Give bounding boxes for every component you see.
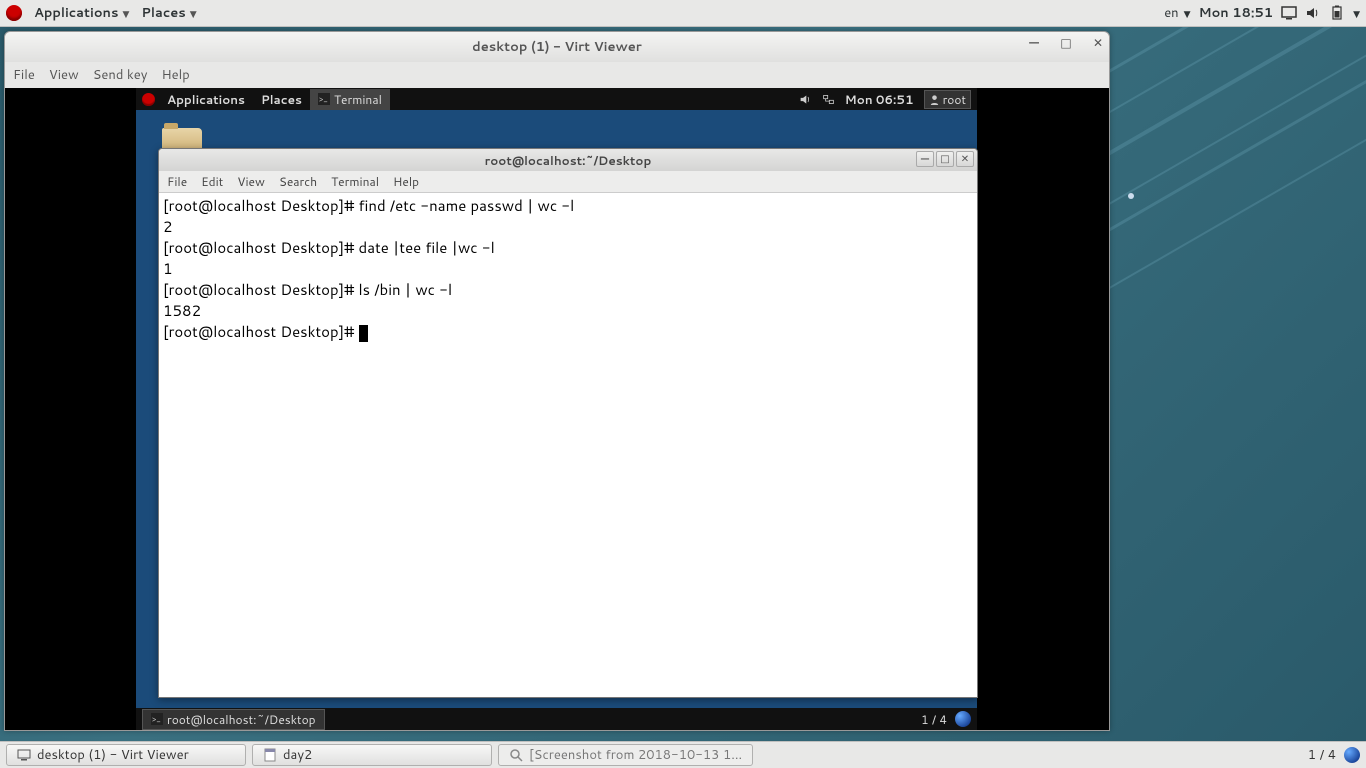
outer-bottom-taskbar: desktop (1) - Virt Viewer day2 [Screensh… — [0, 741, 1366, 768]
terminal-minimize-button[interactable]: ― — [916, 151, 934, 167]
virt-viewer-menubar: File View Send key Help — [5, 62, 1109, 88]
svg-text:>_: >_ — [152, 713, 161, 725]
inner-workspace-label: 1 / 4 — [921, 711, 947, 728]
redhat-logo-icon — [142, 93, 155, 106]
datetime-label[interactable]: Mon 18:51 — [1199, 4, 1274, 22]
menu-view[interactable]: View — [49, 66, 79, 84]
terminal-menubar: File Edit View Search Terminal Help — [159, 171, 977, 193]
taskbar-item-virtviewer[interactable]: desktop (1) - Virt Viewer — [6, 744, 246, 766]
taskbar-item-screenshot[interactable]: [Screenshot from 2018-10-13 1... — [498, 744, 753, 766]
outer-desktop: desktop (1) - Virt Viewer ― □ ✕ File Vie… — [0, 27, 1366, 741]
maximize-button[interactable]: □ — [1059, 35, 1073, 49]
inner-terminal-tab[interactable]: >_ Terminal — [310, 89, 390, 110]
inner-task-button[interactable]: >_ root@localhost:~/Desktop — [142, 709, 325, 730]
terminal-menu-search[interactable]: Search — [279, 173, 317, 190]
chevron-down-icon[interactable]: ▼ — [1353, 7, 1360, 20]
outer-top-panel: Applications ▼ Places ▼ en▼ Mon 18:51 ▼ — [0, 0, 1366, 27]
wallpaper-dot — [1128, 193, 1134, 199]
terminal-menu-terminal[interactable]: Terminal — [331, 173, 379, 190]
places-menu[interactable]: Places ▼ — [135, 0, 202, 26]
svg-text:>_: >_ — [319, 93, 328, 105]
network-icon[interactable] — [822, 93, 835, 106]
minimize-button[interactable]: ― — [1027, 35, 1041, 49]
keyboard-layout[interactable]: en▼ — [1164, 4, 1190, 22]
virt-viewer-titlebar[interactable]: desktop (1) - Virt Viewer ― □ ✕ — [5, 32, 1109, 62]
taskbar-item-label: [Screenshot from 2018-10-13 1... — [529, 746, 742, 764]
inner-task-label: root@localhost:~/Desktop — [167, 711, 316, 728]
volume-icon[interactable] — [1305, 5, 1321, 21]
outer-workspace-label: 1 / 4 — [1308, 746, 1336, 764]
terminal-maximize-button[interactable]: □ — [936, 151, 954, 167]
terminal-menu-file[interactable]: File — [167, 173, 187, 190]
terminal-menu-view[interactable]: View — [237, 173, 265, 190]
virt-viewer-window: desktop (1) - Virt Viewer ― □ ✕ File Vie… — [4, 31, 1110, 731]
inner-datetime[interactable]: Mon 06:51 — [845, 91, 914, 108]
terminal-icon: >_ — [151, 713, 163, 725]
inner-user-label: root — [943, 91, 966, 108]
inner-user-menu[interactable]: root — [924, 90, 971, 109]
terminal-cursor — [359, 325, 368, 342]
menu-file[interactable]: File — [13, 66, 35, 84]
taskbar-item-day2[interactable]: day2 — [252, 744, 492, 766]
terminal-titlebar[interactable]: root@localhost:~/Desktop ― □ ✕ — [159, 149, 977, 171]
menu-help[interactable]: Help — [161, 66, 189, 84]
terminal-menu-edit[interactable]: Edit — [201, 173, 223, 190]
virt-viewer-display[interactable]: Applications Places >_ Terminal Mon 06:5… — [5, 88, 1109, 730]
inner-terminal-tab-label: Terminal — [334, 91, 382, 108]
screen-icon[interactable] — [1281, 5, 1297, 21]
taskbar-item-label: desktop (1) - Virt Viewer — [37, 746, 189, 764]
battery-icon[interactable] — [1329, 5, 1345, 21]
virt-viewer-title: desktop (1) - Virt Viewer — [472, 38, 642, 56]
inner-bottom-panel: >_ root@localhost:~/Desktop 1 / 4 — [136, 708, 977, 730]
close-button[interactable]: ✕ — [1091, 35, 1105, 49]
image-viewer-icon — [509, 748, 523, 762]
places-label: Places — [141, 4, 185, 22]
chevron-down-icon: ▼ — [1184, 7, 1191, 20]
menu-sendkey[interactable]: Send key — [93, 66, 148, 84]
workspace-switcher-icon[interactable] — [955, 711, 971, 727]
chevron-down-icon: ▼ — [190, 7, 197, 20]
terminal-close-button[interactable]: ✕ — [956, 151, 974, 167]
workspace-switcher-icon[interactable] — [1344, 747, 1360, 763]
terminal-icon: >_ — [318, 93, 330, 105]
applications-menu[interactable]: Applications ▼ — [28, 0, 135, 26]
chevron-down-icon: ▼ — [122, 7, 129, 20]
inner-top-panel: Applications Places >_ Terminal Mon 06:5… — [136, 88, 977, 110]
taskbar-item-label: day2 — [283, 746, 312, 764]
applications-label: Applications — [34, 4, 118, 22]
inner-applications-menu[interactable]: Applications — [159, 89, 253, 110]
terminal-body[interactable]: [root@localhost Desktop]# find /etc -nam… — [159, 193, 977, 697]
volume-icon[interactable] — [799, 93, 812, 106]
document-icon — [263, 748, 277, 762]
terminal-title: root@localhost:~/Desktop — [485, 152, 652, 169]
terminal-menu-help[interactable]: Help — [393, 173, 419, 190]
inner-desktop[interactable]: root@localhost:~/Desktop ― □ ✕ File Edit… — [136, 110, 977, 708]
inner-places-menu[interactable]: Places — [253, 89, 310, 110]
terminal-window: root@localhost:~/Desktop ― □ ✕ File Edit… — [158, 148, 978, 698]
redhat-logo-icon — [6, 5, 22, 21]
display-icon — [17, 748, 31, 762]
user-icon — [929, 94, 940, 105]
